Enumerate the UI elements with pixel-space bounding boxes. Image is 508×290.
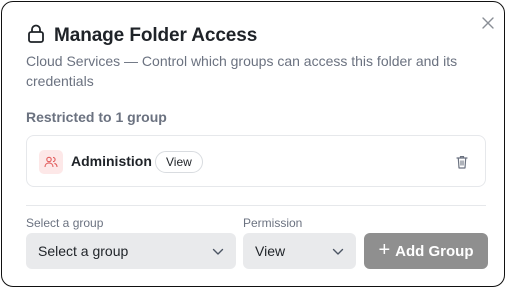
permission-select-value: View xyxy=(255,243,286,259)
lock-icon xyxy=(26,23,46,48)
dialog-title: Manage Folder Access xyxy=(54,24,258,46)
manage-folder-access-dialog: Manage Folder Access Cloud Services — Co… xyxy=(1,1,505,287)
group-select-value: Select a group xyxy=(38,243,129,259)
divider xyxy=(26,205,486,206)
group-select[interactable]: Select a group xyxy=(26,233,236,269)
group-access-row: Administion View xyxy=(26,135,486,187)
permission-select[interactable]: View xyxy=(243,233,356,269)
permission-badge[interactable]: View xyxy=(155,151,203,173)
dialog-header: Manage Folder Access xyxy=(26,23,257,48)
chevron-down-icon xyxy=(332,243,344,259)
permission-select-label: Permission xyxy=(243,216,303,230)
group-select-label: Select a group xyxy=(26,216,104,230)
dialog-subtitle: Cloud Services — Control which groups ca… xyxy=(26,53,458,89)
users-icon xyxy=(39,150,63,174)
chevron-down-icon xyxy=(212,243,224,259)
group-name: Administion xyxy=(71,153,152,169)
add-group-button[interactable]: + Add Group xyxy=(364,233,488,269)
close-icon[interactable] xyxy=(480,15,496,31)
add-group-label: Add Group xyxy=(395,242,474,260)
access-summary: Restricted to 1 group xyxy=(26,109,167,125)
trash-icon[interactable] xyxy=(455,154,469,170)
plus-icon: + xyxy=(378,239,391,261)
